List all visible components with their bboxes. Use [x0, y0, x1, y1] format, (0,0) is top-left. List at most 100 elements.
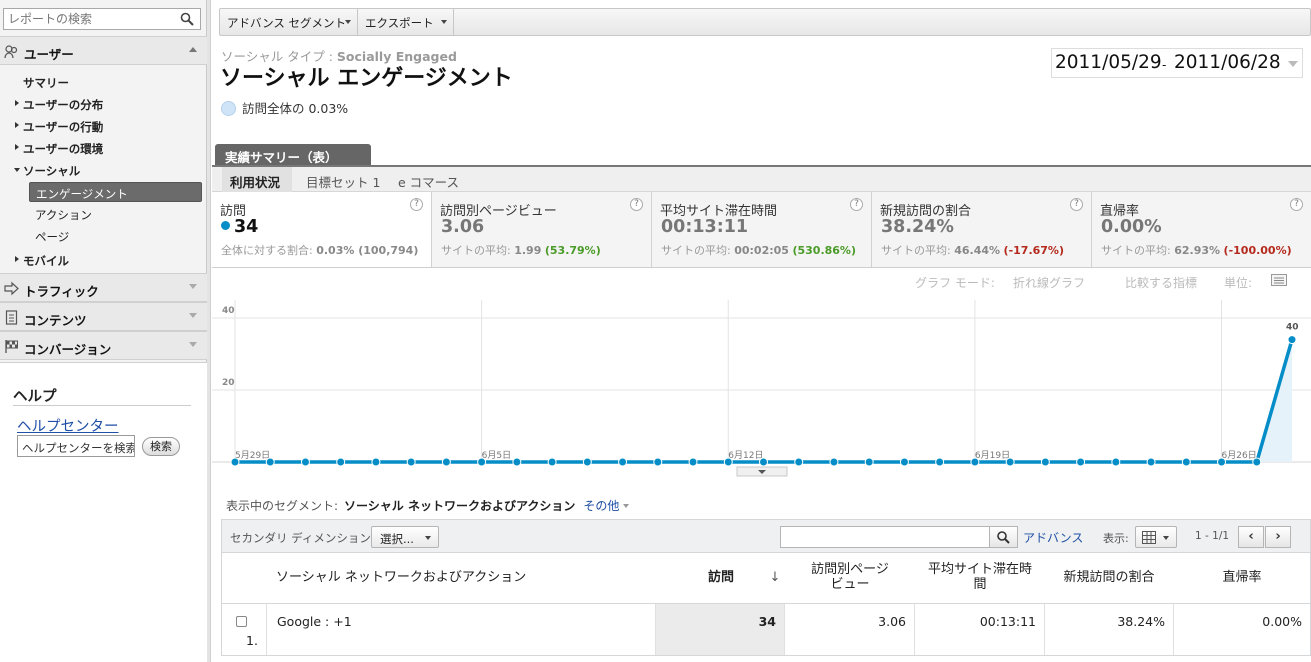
metric-scorecards: 訪問 ? 34 全体に対する割合: 0.03% (100,794) 訪問別ページ… — [212, 192, 1311, 268]
metric-new-visits[interactable]: 新規訪問の割合 ? 38.24% サイトの平均: 46.44% (-17.67%… — [872, 192, 1092, 267]
data-point — [970, 457, 980, 467]
metric-bounce-rate[interactable]: 直帰率 ? 0.00% サイトの平均: 62.93% (-100.00%) — [1092, 192, 1311, 267]
x-tick-label: 6月12日 — [728, 450, 763, 461]
table-row: 1. Google : +1 34 3.06 00:13:11 38.24% 0… — [221, 604, 1311, 656]
help-search-button[interactable]: 検索 — [142, 437, 180, 456]
data-point — [547, 457, 557, 467]
sidebar: ユーザー サマリー ユーザーの分布 ユーザーの行動 ユーザーの環境 ソーシャル … — [0, 0, 207, 662]
sidebar-item-social[interactable]: ソーシャル — [0, 160, 207, 180]
metric-visits[interactable]: 訪問 ? 34 全体に対する割合: 0.03% (100,794) — [212, 192, 432, 267]
tab-usage[interactable]: 利用状況 — [222, 167, 292, 192]
chevron-down-icon — [1163, 536, 1169, 540]
x-tick-label: 6月5日 — [482, 450, 511, 461]
collapse-arrow-icon[interactable] — [189, 47, 197, 52]
table-view-select[interactable] — [1135, 526, 1177, 548]
help-search-input[interactable]: ヘルプセンターを検索 — [17, 435, 135, 457]
compare-metric-selector[interactable]: 比較する指標 — [1125, 274, 1197, 291]
column-header-dimension[interactable]: ソーシャル ネットワークおよびアクション — [276, 553, 656, 603]
sidebar-item-engagement[interactable]: エンゲージメント — [29, 182, 202, 202]
help-question-icon[interactable]: ? — [1290, 198, 1303, 211]
sidebar-item-page[interactable]: ページ — [29, 226, 202, 246]
row-checkbox[interactable] — [236, 616, 247, 627]
advanced-segments-button[interactable]: アドバンス セグメント — [220, 9, 358, 35]
y-tick-label: 40 — [222, 306, 235, 316]
data-point — [371, 457, 381, 467]
expand-triangle-icon — [15, 256, 19, 262]
sidebar-section-users[interactable]: ユーザー — [0, 36, 207, 65]
sidebar-section-conversion[interactable]: コンバージョン — [0, 331, 207, 360]
data-point — [688, 457, 698, 467]
column-header-bounce-rate[interactable]: 直帰率 — [1173, 553, 1311, 603]
row-duration-cell: 00:13:11 — [915, 604, 1045, 655]
data-point — [336, 457, 346, 467]
sidebar-item-distribution[interactable]: ユーザーの分布 — [0, 94, 207, 114]
help-question-icon[interactable]: ? — [1070, 198, 1083, 211]
sidebar-item-action[interactable]: アクション — [29, 204, 202, 224]
y-tick-label: 20 — [222, 378, 235, 388]
table-filter-input[interactable] — [780, 526, 1018, 548]
sidebar-section-content[interactable]: コンテンツ — [0, 302, 207, 331]
data-point — [1040, 457, 1050, 467]
data-point — [829, 457, 839, 467]
visits-line-chart[interactable]: 40 20 5月29日 6月5日 6月12日 6月19日 6月26日 40 — [212, 300, 1311, 480]
date-range-picker[interactable]: 2011/05/29 - 2011/06/28 — [1051, 48, 1303, 78]
table-search-button[interactable] — [989, 527, 1017, 547]
report-search-box[interactable] — [3, 8, 201, 30]
help-title: ヘルプ — [13, 389, 57, 405]
metric-avg-time-on-site[interactable]: 平均サイト滞在時間 ? 00:13:11 サイトの平均: 00:02:05 (5… — [652, 192, 872, 267]
chevron-down-icon — [425, 536, 431, 540]
data-point — [230, 457, 240, 467]
column-header-new-visits[interactable]: 新規訪問の割合 — [1045, 553, 1173, 603]
unit-label: 単位: — [1224, 276, 1253, 290]
help-question-icon[interactable]: ? — [630, 198, 643, 211]
column-header-pageviews[interactable]: 訪問別ページ ビュー — [785, 553, 915, 603]
sort-arrow-icon[interactable]: ↓ — [766, 553, 784, 603]
data-point — [864, 457, 874, 467]
sidebar-item-environment[interactable]: ユーザーの環境 — [0, 138, 207, 158]
search-icon[interactable] — [180, 12, 194, 29]
prev-page-button[interactable]: ‹ — [1238, 526, 1264, 548]
expand-arrow-icon[interactable] — [189, 342, 197, 347]
date-start: 2011/05/29 — [1055, 52, 1162, 73]
help-question-icon[interactable]: ? — [410, 198, 423, 211]
metric-pageviews-per-visit[interactable]: 訪問別ページビュー ? 3.06 サイトの平均: 1.99 (53.79%) — [432, 192, 652, 267]
sidebar-section-traffic[interactable]: トラフィック — [0, 273, 207, 302]
page-title: ソーシャル エンゲージメント — [220, 66, 513, 91]
sidebar-item-behavior[interactable]: ユーザーの行動 — [0, 116, 207, 136]
row-index: 1. — [246, 633, 258, 648]
sidebar-item-summary[interactable]: サマリー — [0, 72, 207, 92]
column-header-visits[interactable]: 訪問 — [656, 553, 784, 603]
advanced-filter-link[interactable]: アドバンス — [1023, 529, 1083, 546]
report-search-input[interactable] — [4, 9, 174, 29]
expand-arrow-icon[interactable] — [189, 313, 197, 318]
end-value-label: 40 — [1286, 323, 1299, 333]
unit-selector-icon[interactable] — [1271, 274, 1287, 289]
graph-mode-selector[interactable]: 折れ線グラフ — [1013, 274, 1085, 291]
chevron-down-icon — [441, 20, 447, 24]
data-point — [512, 457, 522, 467]
graph-mode-label: グラフ モード: — [915, 276, 995, 290]
help-divider — [13, 405, 191, 406]
secondary-dimension-select[interactable]: 選択... — [371, 526, 439, 548]
sidebar-splitter[interactable] — [207, 0, 211, 662]
expand-arrow-icon[interactable] — [189, 284, 197, 289]
date-separator: - — [1162, 58, 1167, 72]
export-button[interactable]: エクスポート — [358, 9, 454, 35]
sidebar-item-mobile[interactable]: モバイル — [0, 250, 207, 270]
next-page-button[interactable]: › — [1265, 526, 1291, 548]
tab-ecommerce[interactable]: e コマース — [392, 167, 464, 192]
row-dimension-cell[interactable]: Google : +1 — [267, 604, 656, 655]
help-center-link[interactable]: ヘルプセンター — [17, 415, 119, 436]
help-question-icon[interactable]: ? — [850, 198, 863, 211]
data-point — [1111, 457, 1121, 467]
chevron-down-icon — [1288, 61, 1298, 67]
segment-other-dropdown[interactable]: その他 — [583, 499, 629, 513]
column-header-avg-duration[interactable]: 平均サイト滞在時間 — [915, 553, 1045, 603]
tab-goal-set-1[interactable]: 目標セット 1 — [300, 167, 384, 192]
table-toolbar: セカンダリ ディメンション: 選択... アドバンス 表示: 1 - 1/1 ‹… — [221, 519, 1311, 553]
x-tick-label: 5月29日 — [235, 450, 270, 461]
tab-performance-summary[interactable]: 実績サマリー（表） — [215, 144, 371, 166]
pie-chart-icon — [221, 101, 236, 116]
active-segment: 表示中のセグメント: ソーシャル ネットワークおよびアクション その他 — [226, 497, 629, 514]
main-content: アドバンス セグメント エクスポート ソーシャル タイプ : Socially … — [212, 0, 1311, 662]
